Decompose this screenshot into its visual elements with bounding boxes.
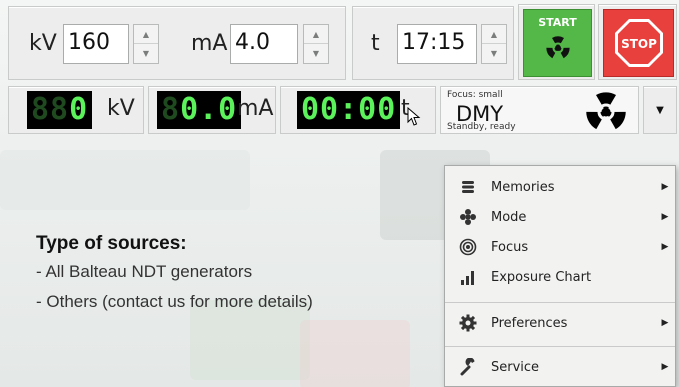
bar-chart-icon [445, 268, 491, 286]
chevron-down-icon: ▼ [656, 104, 664, 116]
context-menu: Memories ▶ Mode ▶ Focus ▶ Exposure Chart… [444, 165, 676, 387]
menu-item-preferences[interactable]: Preferences ▶ [445, 308, 675, 338]
menu-item-memories[interactable]: Memories ▶ [445, 172, 675, 202]
menu-item-label: Exposure Chart [491, 269, 592, 285]
info-title: Type of sources: [36, 233, 187, 254]
focus-icon [445, 238, 491, 256]
radiation-icon [545, 36, 570, 59]
menu-item-label: Preferences [491, 315, 568, 331]
time-spinner[interactable]: ▲ ▼ [481, 24, 507, 64]
ma-input[interactable]: 4.0 [230, 24, 298, 64]
start-panel: START [518, 4, 595, 80]
start-label: START [538, 16, 577, 29]
menu-item-exposure-chart[interactable]: Exposure Chart [445, 262, 675, 292]
mode-icon [445, 208, 491, 226]
stop-sign-icon: STOP [614, 19, 663, 67]
arrow-up-icon[interactable]: ▲ [482, 25, 506, 44]
menu-item-mode[interactable]: Mode ▶ [445, 202, 675, 232]
kv-ma-panel: kV 160 ▲ ▼ mA 4.0 ▲ ▼ [8, 6, 346, 80]
status-panel: Focus: small DMY Standby, ready [440, 86, 639, 134]
info-line: - Others (contact us for more details) [36, 292, 313, 311]
focus-status: Focus: small [447, 90, 503, 100]
time-hours[interactable]: 17 [402, 30, 430, 58]
chevron-right-icon: ▶ [661, 318, 669, 328]
wrench-icon [445, 358, 491, 376]
mouse-cursor-icon [407, 107, 421, 126]
menu-item-focus[interactable]: Focus ▶ [445, 232, 675, 262]
ma-display-panel: 80.0 mA [148, 86, 276, 134]
info-line: - All Balteau NDT generators [36, 262, 253, 281]
ma-spinner[interactable]: ▲ ▼ [303, 24, 329, 64]
ma-display: 80.0 [157, 91, 242, 129]
time-separator: : [430, 30, 438, 55]
background-image [0, 150, 250, 210]
menu-item-label: Memories [491, 179, 555, 195]
stop-panel: STOP [598, 4, 677, 80]
kv-label: kV [29, 31, 57, 56]
menu-dropdown-button[interactable]: ▼ [643, 86, 677, 134]
time-panel: t 17 : 15 ▲ ▼ [352, 6, 514, 80]
stop-button[interactable]: STOP [603, 9, 674, 77]
arrow-down-icon[interactable]: ▼ [482, 44, 506, 63]
ma-label: mA [191, 31, 228, 56]
time-label: t [371, 31, 380, 56]
kv-input[interactable]: 160 [63, 24, 129, 64]
standby-status: Standby, ready [447, 122, 516, 132]
menu-item-label: Focus [491, 239, 529, 255]
kv-unit: kV [107, 96, 135, 121]
time-display-panel: 00:00 t [280, 86, 436, 134]
menu-divider [445, 346, 675, 347]
ma-unit: mA [237, 96, 274, 121]
stop-label: STOP [621, 37, 657, 51]
menu-item-label: Mode [491, 209, 527, 225]
database-icon [445, 179, 491, 195]
kv-spinner[interactable]: ▲ ▼ [133, 24, 159, 64]
radiation-icon [586, 92, 626, 130]
menu-item-label: Service [491, 359, 540, 375]
chevron-right-icon: ▶ [661, 182, 669, 192]
arrow-up-icon[interactable]: ▲ [134, 25, 158, 44]
time-input[interactable]: 17 : 15 [397, 24, 477, 64]
chevron-right-icon: ▶ [661, 242, 669, 252]
chevron-right-icon: ▶ [661, 362, 669, 372]
background-image [190, 300, 310, 380]
arrow-down-icon[interactable]: ▼ [134, 44, 158, 63]
gear-icon [445, 314, 491, 332]
chevron-right-icon: ▶ [661, 212, 669, 222]
menu-divider [445, 302, 675, 303]
kv-display-panel: 880 kV [8, 86, 144, 134]
start-button[interactable]: START [523, 9, 592, 77]
time-display: 00:00 [297, 91, 401, 129]
background-image [300, 320, 410, 387]
arrow-down-icon[interactable]: ▼ [304, 44, 328, 63]
menu-item-service[interactable]: Service ▶ [445, 352, 675, 382]
kv-display: 880 [27, 91, 93, 129]
time-minutes[interactable]: 15 [437, 30, 465, 58]
arrow-up-icon[interactable]: ▲ [304, 25, 328, 44]
